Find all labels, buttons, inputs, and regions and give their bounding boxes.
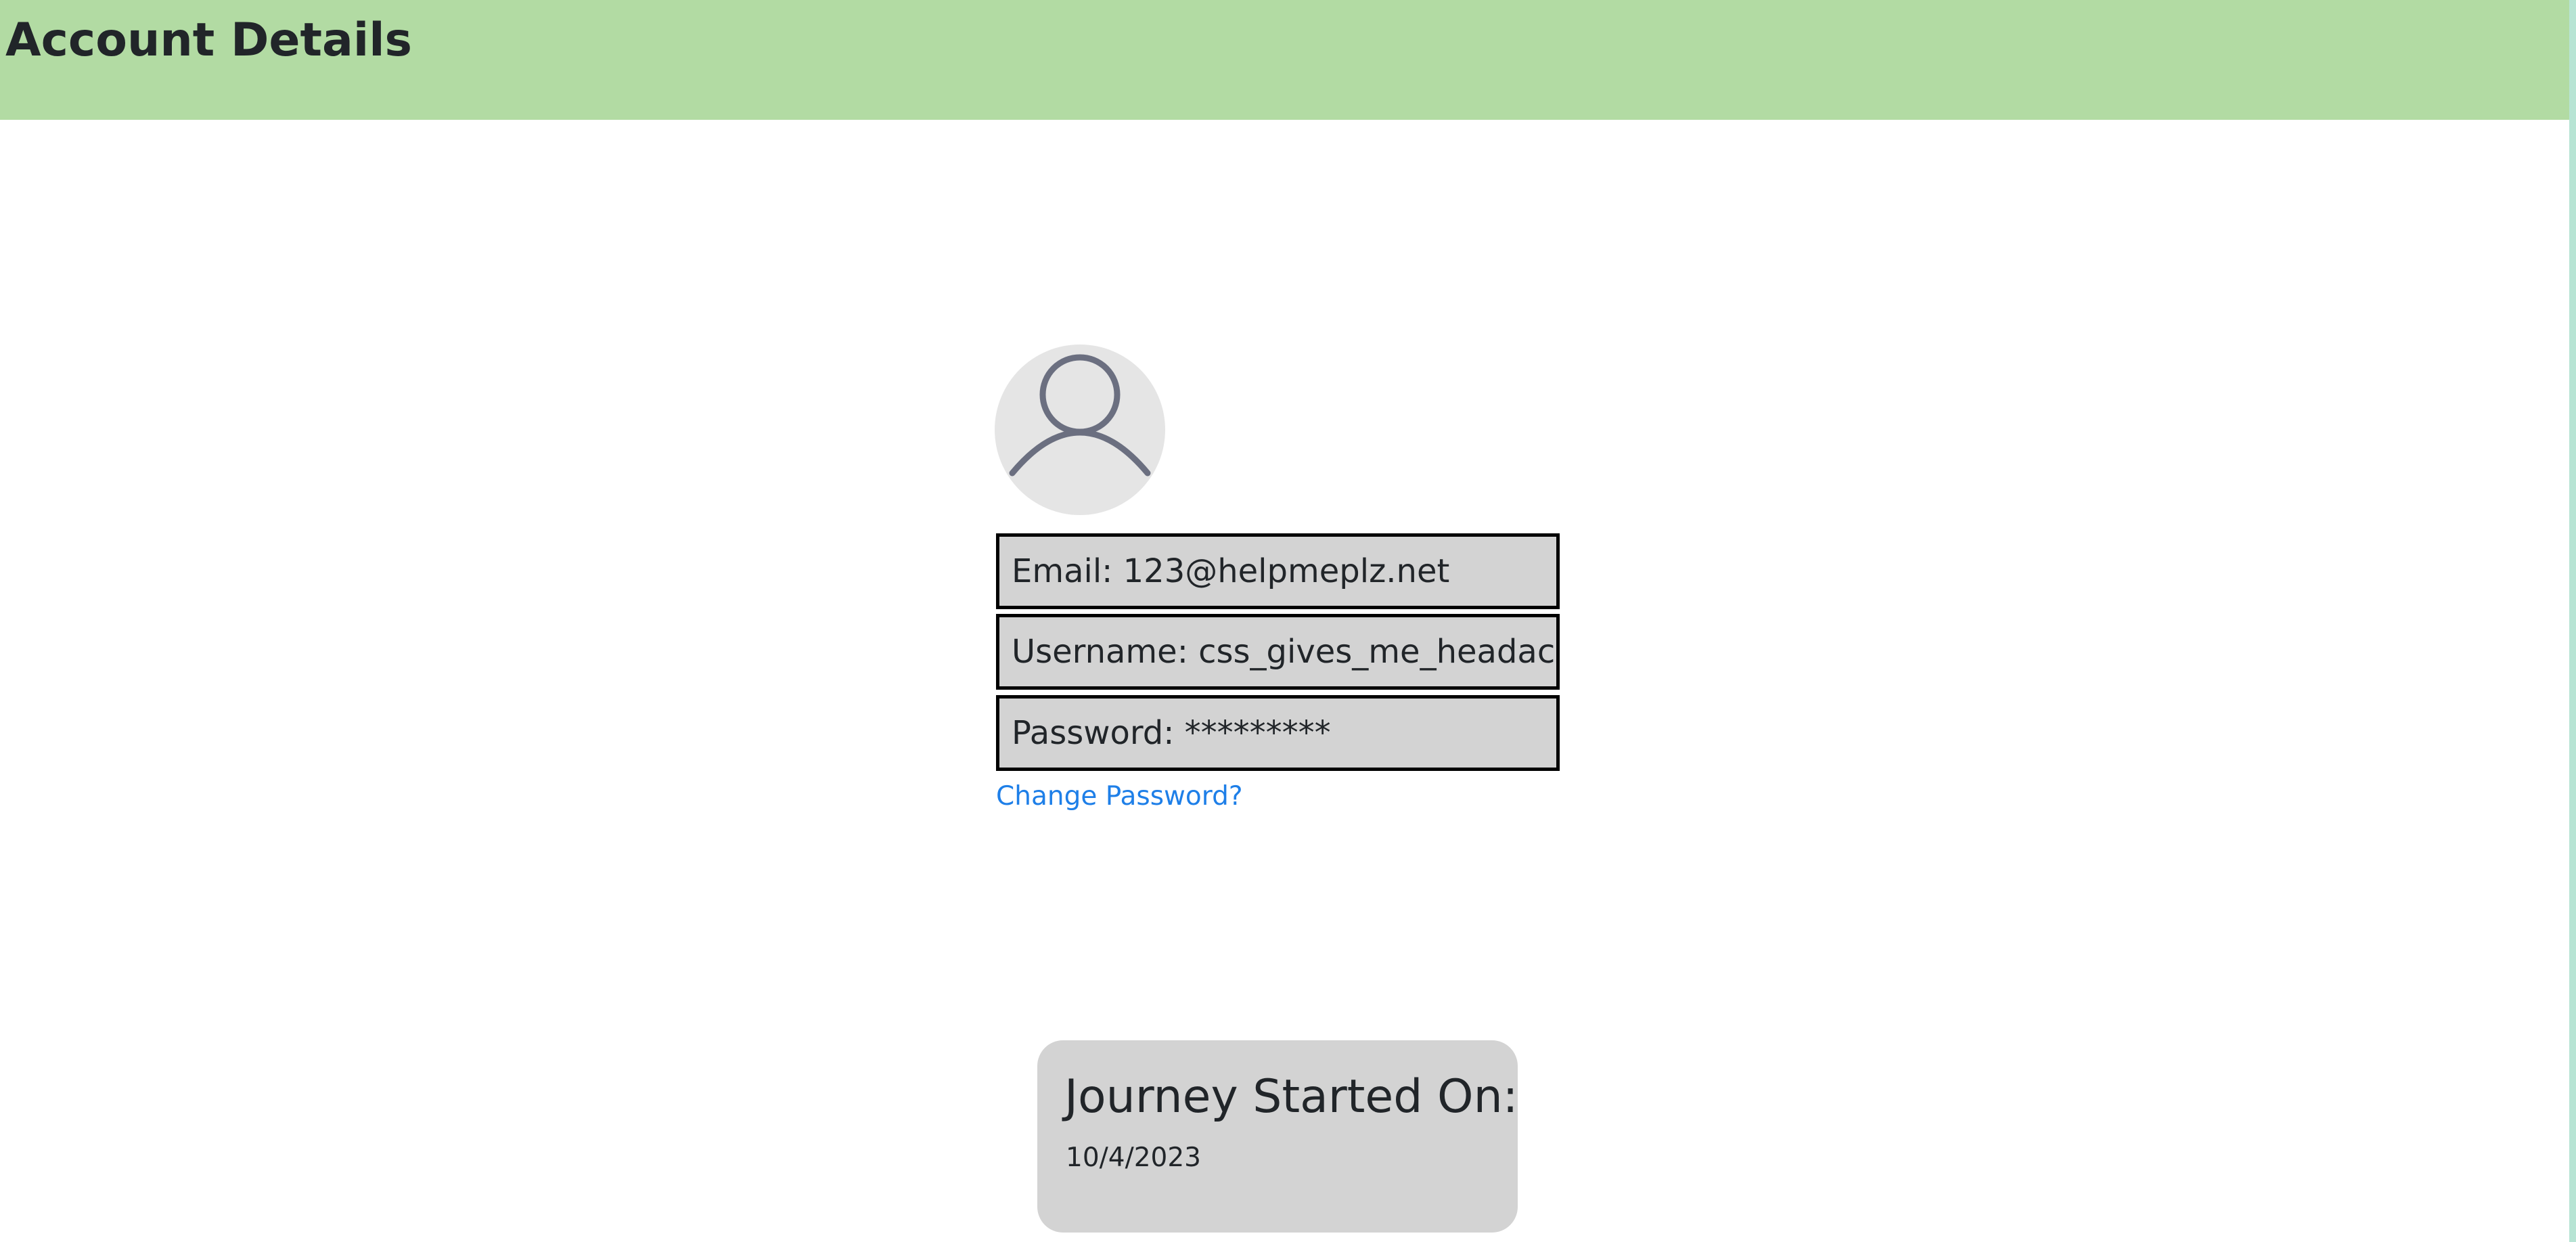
email-value: 123@helpmeplz.net (1123, 552, 1450, 590)
password-field: Password: ********* (996, 695, 1560, 771)
email-field: Email: 123@helpmeplz.net (996, 533, 1560, 609)
avatar (995, 345, 1165, 515)
username-value: css_gives_me_headaches (1198, 633, 1556, 671)
journey-title: Journey Started On: (1064, 1070, 1518, 1124)
journey-card: Journey Started On: 10/4/2023 (1037, 1040, 1518, 1233)
password-value: ********* (1184, 714, 1331, 752)
page-title: Account Details (5, 14, 413, 67)
password-label: Password: (1012, 714, 1175, 752)
email-label: Email: (1012, 552, 1113, 590)
username-label: Username: (1012, 633, 1188, 671)
change-password-link[interactable]: Change Password? (996, 779, 1243, 814)
username-field: Username: css_gives_me_headaches (996, 614, 1560, 690)
page-header: Account Details (0, 0, 2569, 120)
user-avatar-icon (1009, 354, 1151, 476)
window-right-edge (2569, 0, 2576, 1242)
journey-start-date: 10/4/2023 (1066, 1143, 1201, 1173)
